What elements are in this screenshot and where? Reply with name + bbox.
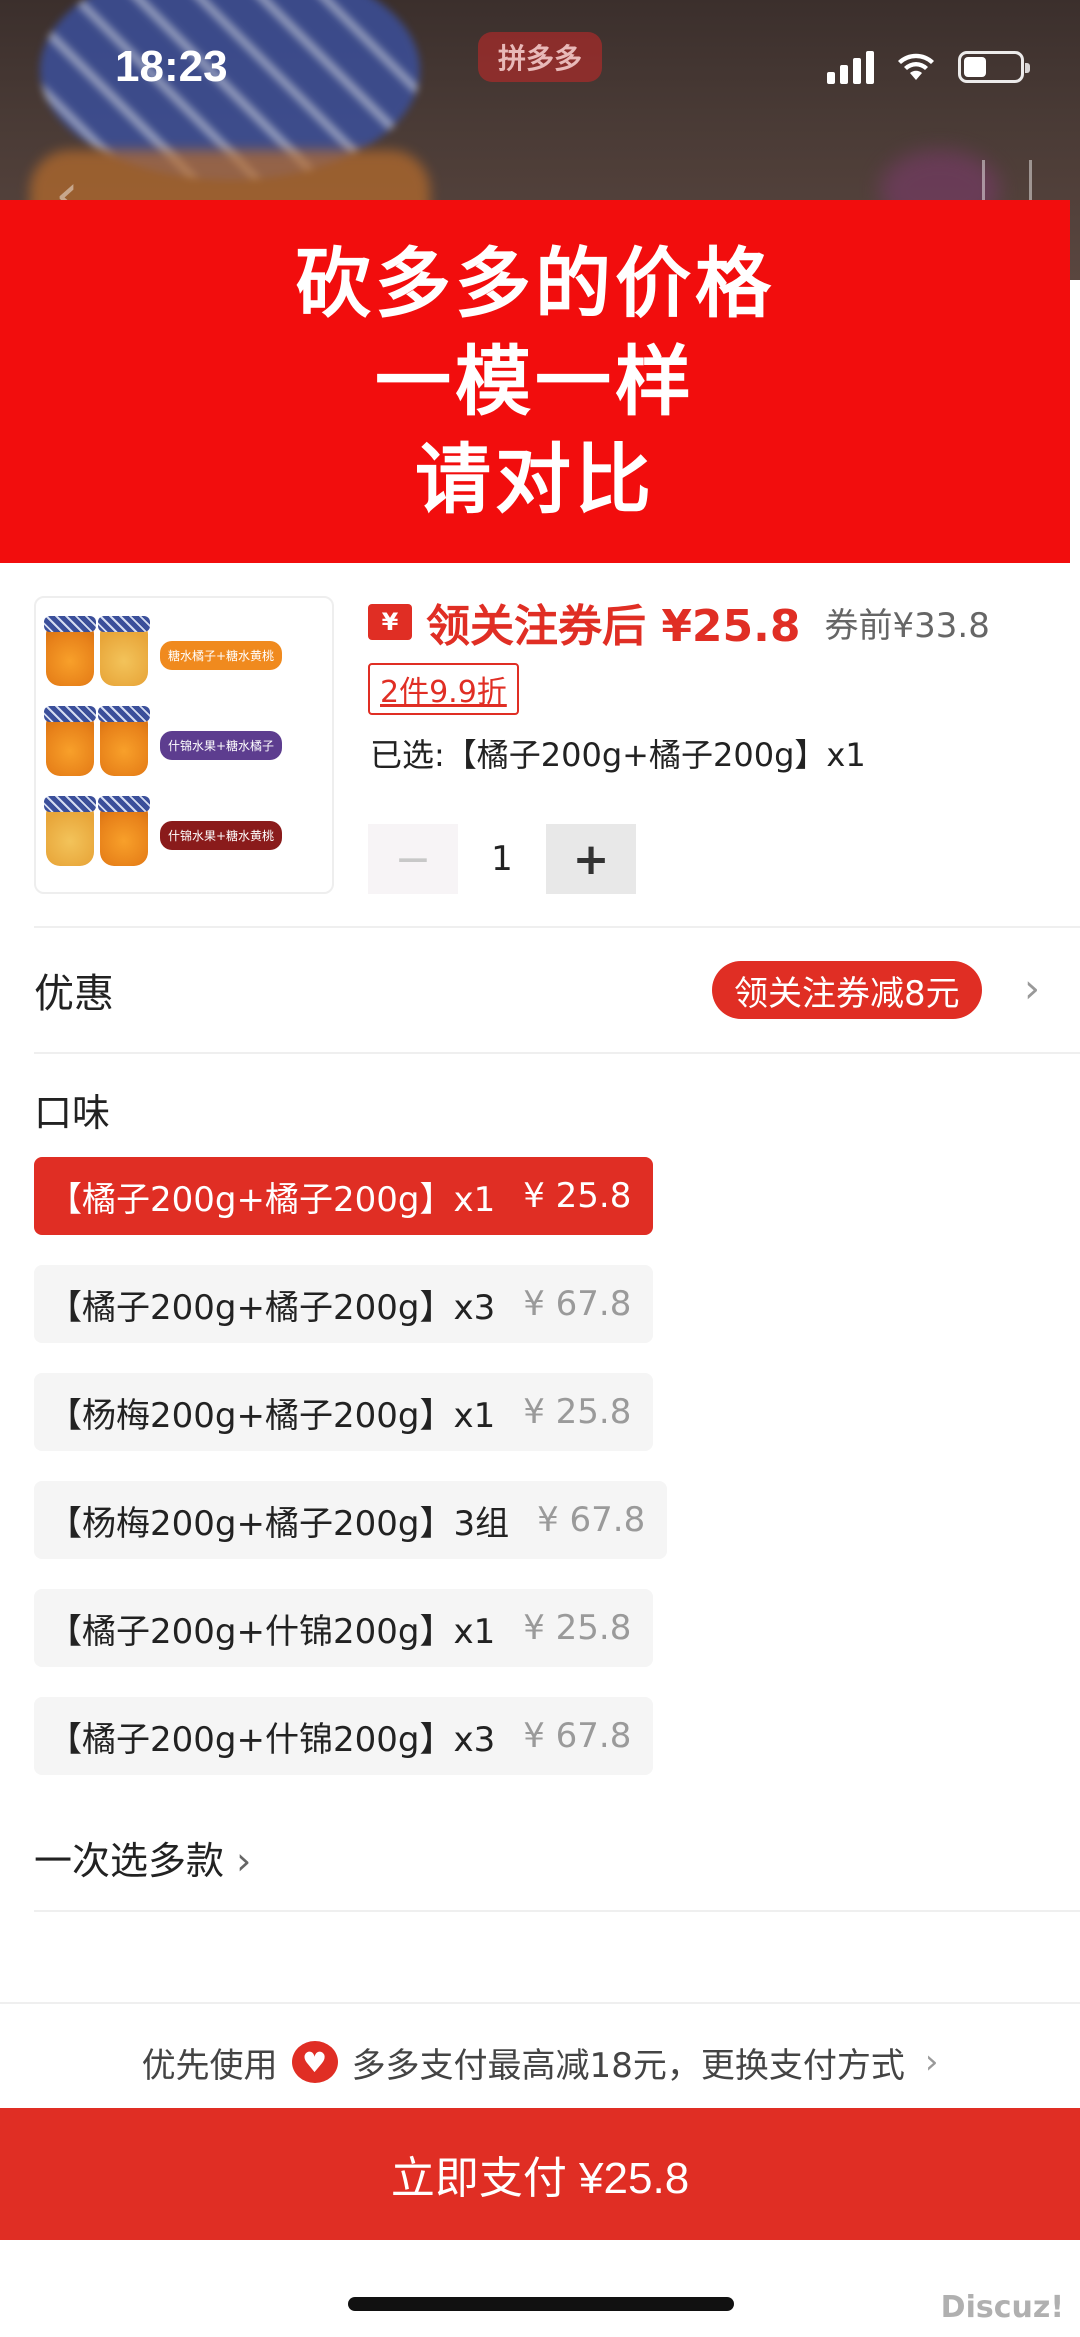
thumb-row: 什锦水果+糖水黄桃 xyxy=(44,790,322,880)
increase-button[interactable]: + xyxy=(546,824,636,894)
jar-icon xyxy=(44,706,96,776)
thumb-tag: 什锦水果+糖水黄桃 xyxy=(160,820,283,850)
thumb-row: 糖水橘子+糖水黄桃 xyxy=(44,610,322,700)
promo-banner: 砍多多的价格 一模一样 请对比 xyxy=(0,200,1070,563)
battery-icon xyxy=(958,51,1030,83)
flavor-option[interactable]: 【杨梅200g+橘子200g】x1 ¥ 25.8 xyxy=(34,1373,654,1451)
discount-label: 优惠 xyxy=(34,971,114,1017)
tip-text: 多多支付最高减18元，更换支付方式 xyxy=(351,2045,905,2086)
jar-icon xyxy=(44,796,96,866)
status-icons xyxy=(827,50,1030,84)
watermark: Discuz! xyxy=(940,2290,1064,2325)
product-thumbnail[interactable]: 糖水橘子+糖水黄桃 什锦水果+糖水橘子 什锦水果+糖水黄桃 xyxy=(34,596,334,894)
payment-tip[interactable]: 优先使用 ♥ 多多支付最高减18元，更换支付方式 › xyxy=(0,2022,1080,2102)
original-price: 券前¥33.8 xyxy=(824,605,990,646)
banner-line: 一模一样 xyxy=(375,336,695,426)
option-name: 【橘子200g+橘子200g】x1 xyxy=(48,1179,496,1220)
flavor-option[interactable]: 【杨梅200g+橘子200g】3组 ¥ 67.8 xyxy=(34,1481,668,1559)
divider xyxy=(34,926,1080,928)
coupon-pill[interactable]: 领关注券减8元 xyxy=(712,961,982,1019)
pay-now-button[interactable]: 立即支付 ¥25.8 xyxy=(0,2108,1080,2240)
option-price: ¥ 25.8 xyxy=(523,1176,632,1216)
option-name: 【杨梅200g+橘子200g】x1 xyxy=(48,1395,496,1436)
heart-icon: ♥ xyxy=(291,2041,338,2083)
promo-tag[interactable]: 2件9.9折 xyxy=(368,663,519,715)
chevron-right-icon: › xyxy=(924,2042,939,2082)
option-price: ¥ 67.8 xyxy=(523,1284,632,1324)
option-name: 【橘子200g+什锦200g】x3 xyxy=(48,1719,496,1760)
thumb-tag: 什锦水果+糖水橘子 xyxy=(160,730,283,760)
multi-select-label: 一次选多款 xyxy=(34,1839,225,1883)
option-price: ¥ 25.8 xyxy=(523,1392,632,1432)
flavor-option[interactable]: 【橘子200g+橘子200g】x1 ¥ 25.8 xyxy=(34,1157,654,1235)
option-name: 【橘子200g+什锦200g】x1 xyxy=(48,1611,496,1652)
coupon-yen-icon: ¥ xyxy=(368,604,412,640)
jar-icon xyxy=(98,706,150,776)
decrease-button[interactable]: − xyxy=(368,824,458,894)
jar-icon xyxy=(44,616,96,686)
home-indicator[interactable] xyxy=(348,2297,734,2311)
flavor-option[interactable]: 【橘子200g+什锦200g】x1 ¥ 25.8 xyxy=(34,1589,654,1667)
divider xyxy=(34,1052,1080,1054)
flavor-option[interactable]: 【橘子200g+什锦200g】x3 ¥ 67.8 xyxy=(34,1697,654,1775)
price-row: ¥ 领关注券后 ¥25.8 券前¥33.8 xyxy=(368,590,990,654)
signal-icon xyxy=(827,50,874,84)
option-price: ¥ 67.8 xyxy=(537,1500,646,1540)
banner-line: 请对比 xyxy=(415,434,655,524)
option-name: 【橘子200g+橘子200g】x3 xyxy=(48,1287,496,1328)
option-name: 【杨梅200g+橘子200g】3组 xyxy=(48,1503,510,1544)
app-brand-badge: 拼多多 xyxy=(478,32,602,82)
selected-spec: 已选:【橘子200g+橘子200g】x1 xyxy=(370,736,866,774)
chevron-right-icon: › xyxy=(236,1839,252,1883)
option-price: ¥ 25.8 xyxy=(523,1608,632,1648)
chevron-right-icon[interactable]: › xyxy=(1024,966,1040,1012)
tip-prefix: 优先使用 xyxy=(141,2045,278,2086)
multi-select-link[interactable]: 一次选多款 › xyxy=(34,1830,251,1885)
divider xyxy=(34,1910,1080,1912)
option-price: ¥ 67.8 xyxy=(523,1716,632,1756)
coupon-price: 领关注券后 ¥25.8 xyxy=(426,601,801,652)
flavor-title: 口味 xyxy=(34,1091,111,1135)
flavor-option[interactable]: 【橘子200g+橘子200g】x3 ¥ 67.8 xyxy=(34,1265,654,1343)
jar-icon xyxy=(98,796,150,866)
jar-icon xyxy=(98,616,150,686)
wifi-icon xyxy=(898,53,934,80)
status-time: 18:23 xyxy=(115,42,228,91)
quantity-stepper: − 1 + xyxy=(368,824,636,894)
quantity-value[interactable]: 1 xyxy=(458,839,546,879)
banner-line: 砍多多的价格 xyxy=(295,238,775,328)
divider xyxy=(0,2002,1080,2004)
thumb-row: 什锦水果+糖水橘子 xyxy=(44,700,322,790)
thumb-tag: 糖水橘子+糖水黄桃 xyxy=(160,640,283,670)
